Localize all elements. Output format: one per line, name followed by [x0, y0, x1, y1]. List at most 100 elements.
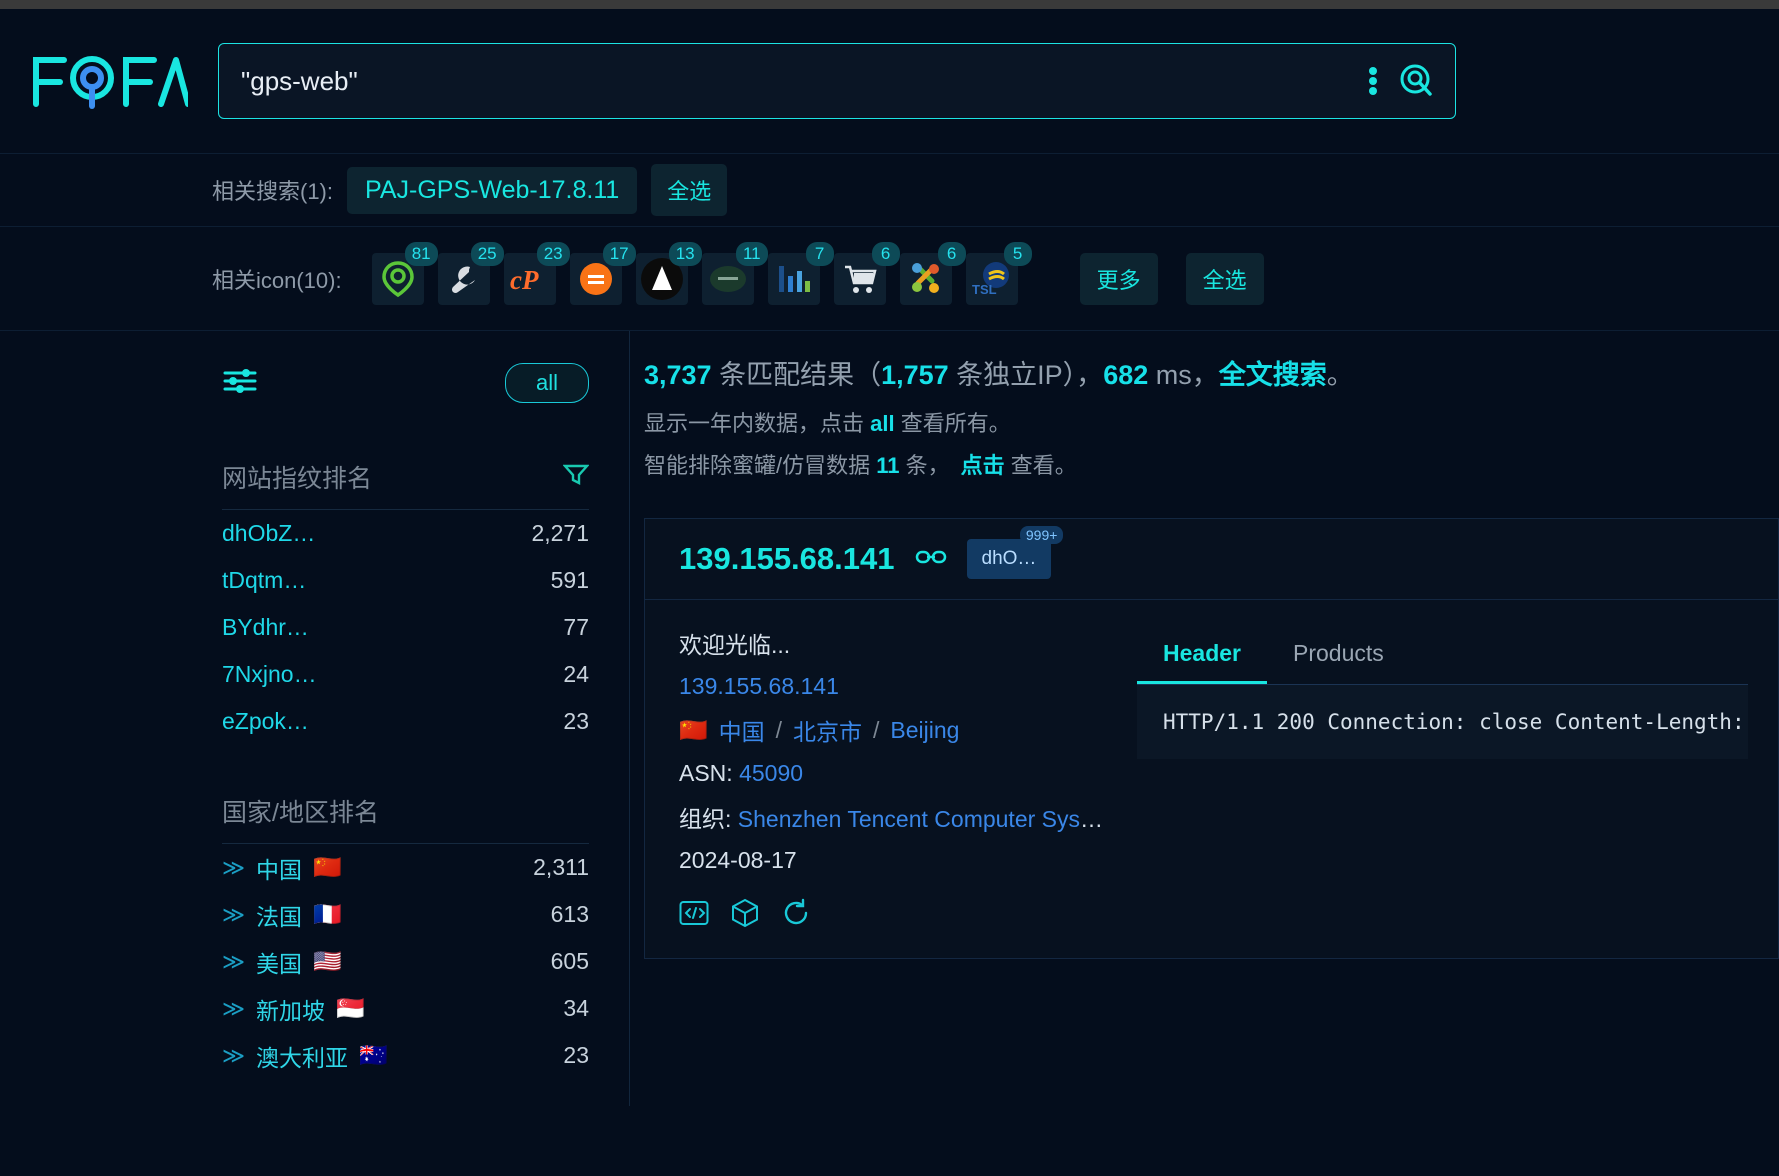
- fingerprint-panel-title: 网站指纹排名: [222, 459, 590, 510]
- country-label[interactable]: 中国: [256, 851, 302, 885]
- line3-mid: 条，: [899, 453, 961, 478]
- related-search-label: 相关搜索(1):: [212, 179, 334, 204]
- country-label[interactable]: 澳大利亚: [256, 1039, 348, 1073]
- result-card-header: 139.155.68.141 dhO… 999+: [645, 519, 1778, 600]
- expand-chevron-icon[interactable]: ≫: [222, 949, 245, 975]
- result-fingerprint-chip[interactable]: dhO… 999+: [966, 526, 1064, 579]
- country-panel-label: 国家/地区排名: [222, 799, 379, 827]
- match-count-suffix: 条匹配结果（: [711, 360, 882, 390]
- country-flag-icon: 🇦🇺: [359, 1042, 388, 1068]
- fingerprint-name[interactable]: eZpok…: [222, 708, 309, 735]
- org-line: 组织: Shenzhen Tencent Computer Syst…: [679, 800, 1109, 834]
- icon-badge-count: 81: [404, 241, 438, 266]
- search-input[interactable]: [241, 65, 1369, 97]
- icon-badge-count: 23: [536, 241, 570, 266]
- related-icon-black-triangle[interactable]: 13: [635, 241, 702, 305]
- country-count: 23: [563, 1042, 589, 1068]
- fingerprint-row[interactable]: 7Nxjno… 24: [222, 651, 589, 698]
- funnel-icon[interactable]: [562, 462, 590, 493]
- sliders-icon[interactable]: [222, 366, 258, 401]
- country-label[interactable]: 法国: [256, 898, 302, 932]
- country-row[interactable]: ≫ 美国 🇺🇸 605: [222, 938, 589, 985]
- country-row[interactable]: ≫ 中国 🇨🇳 2,311: [222, 844, 589, 891]
- icon-badge-count: 6: [871, 241, 900, 266]
- query-time-suffix: ms，: [1148, 360, 1219, 390]
- fulltext-search-link[interactable]: 全文搜索: [1219, 360, 1327, 390]
- related-icon-location-pin[interactable]: 81: [371, 241, 438, 305]
- country-label[interactable]: 美国: [256, 945, 302, 979]
- country-count: 605: [550, 948, 589, 974]
- related-icon-dark-oval[interactable]: 11: [701, 241, 768, 305]
- icon-badge-count: 6: [937, 241, 966, 266]
- related-icon-shopping-cart[interactable]: 6: [833, 241, 900, 305]
- cube-icon[interactable]: [731, 898, 759, 928]
- country-count: 2,311: [533, 854, 589, 880]
- fofa-logo[interactable]: [30, 51, 188, 111]
- result-ip-title[interactable]: 139.155.68.141: [679, 541, 895, 577]
- http-header-content: HTTP/1.1 200 Connection: close Content-L…: [1137, 685, 1748, 760]
- fingerprint-count: 2,271: [531, 520, 589, 546]
- fingerprint-row[interactable]: BYdhr… 77: [222, 604, 589, 651]
- icon-badge-count: 13: [668, 241, 702, 266]
- geo-province-link[interactable]: 北京市: [793, 713, 862, 747]
- honeypot-view-link[interactable]: 点击: [961, 453, 1005, 478]
- related-icons-select-all-button[interactable]: 全选: [1185, 252, 1264, 305]
- fingerprint-row[interactable]: tDqtm… 591: [222, 557, 589, 604]
- unique-ip-count: 1,757: [881, 360, 949, 390]
- country-count: 613: [550, 901, 589, 927]
- fingerprint-name[interactable]: dhObZ…: [222, 520, 315, 547]
- expand-chevron-icon[interactable]: ≫: [222, 902, 245, 928]
- org-link[interactable]: Shenzhen Tencent Computer Syst…: [738, 806, 1109, 832]
- result-tool-icons: [679, 898, 1109, 928]
- related-icon-orange-circle[interactable]: 17: [569, 241, 636, 305]
- geo-line: 🇨🇳 中国 / 北京市 / Beijing: [679, 713, 1109, 747]
- expand-chevron-icon[interactable]: ≫: [222, 1043, 245, 1069]
- refresh-icon[interactable]: [781, 898, 811, 928]
- fingerprint-count: 24: [563, 661, 589, 687]
- expand-chevron-icon[interactable]: ≫: [222, 996, 245, 1022]
- icon-badge-count: 25: [470, 241, 504, 266]
- org-label: 组织:: [679, 806, 738, 832]
- tab-products[interactable]: Products: [1267, 626, 1410, 684]
- geo-separator: /: [873, 716, 880, 743]
- country-row[interactable]: ≫ 法国 🇫🇷 613: [222, 891, 589, 938]
- country-row[interactable]: ≫ 澳大利亚 🇦🇺 23: [222, 1032, 589, 1079]
- tab-header[interactable]: Header: [1137, 626, 1267, 684]
- country-row[interactable]: ≫ 新加坡 🇸🇬 34: [222, 985, 589, 1032]
- fingerprint-chip-label: dhO…: [981, 548, 1037, 569]
- related-search-select-all-button[interactable]: 全选: [651, 164, 728, 216]
- host-link[interactable]: 139.155.68.141: [679, 673, 1109, 700]
- fingerprint-chip-badge: 999+: [1019, 526, 1064, 544]
- code-brackets-icon[interactable]: [679, 900, 709, 926]
- fingerprint-count: 591: [550, 567, 589, 593]
- related-icon-cpanel[interactable]: cP 23: [503, 241, 570, 305]
- fingerprint-name[interactable]: 7Nxjno…: [222, 661, 317, 688]
- unique-ip-suffix: 条独立IP），: [948, 360, 1104, 390]
- related-icon-wrench[interactable]: 25: [437, 241, 504, 305]
- search-bar[interactable]: [218, 43, 1456, 119]
- search-circle-icon[interactable]: [1399, 63, 1435, 99]
- related-icon-tsl[interactable]: TSL 5: [965, 241, 1032, 305]
- related-icons-more-button[interactable]: 更多: [1079, 252, 1158, 305]
- fingerprint-name[interactable]: tDqtm…: [222, 567, 306, 594]
- result-card: 139.155.68.141 dhO… 999+ 欢迎光临... 139.155…: [644, 518, 1779, 959]
- country-label[interactable]: 新加坡: [256, 992, 325, 1026]
- all-filter-pill[interactable]: all: [504, 363, 589, 403]
- geo-city-link[interactable]: Beijing: [890, 717, 959, 744]
- fingerprint-row[interactable]: dhObZ… 2,271: [222, 510, 589, 557]
- result-card-body: 欢迎光临... 139.155.68.141 🇨🇳 中国 / 北京市 / Bei…: [645, 600, 1778, 958]
- line2-suffix: 查看所有。: [894, 411, 1011, 436]
- fingerprint-row[interactable]: eZpok… 23: [222, 698, 589, 745]
- all-link[interactable]: all: [870, 411, 894, 436]
- related-icon-bar-chart[interactable]: 7: [767, 241, 834, 305]
- more-vertical-icon[interactable]: [1369, 66, 1377, 96]
- related-search-tag[interactable]: PAJ-GPS-Web-17.8.11: [347, 166, 638, 214]
- chain-link-icon[interactable]: [915, 547, 947, 572]
- geo-country-link[interactable]: 中国: [719, 713, 765, 747]
- country-count: 34: [563, 995, 589, 1021]
- expand-chevron-icon[interactable]: ≫: [222, 855, 245, 881]
- related-icons-row: 相关icon(10): 81 25 cP 23 17 13 11 7 6 6 T…: [0, 226, 1779, 330]
- asn-link[interactable]: 45090: [739, 760, 803, 786]
- fingerprint-name[interactable]: BYdhr…: [222, 614, 309, 641]
- related-icon-joomla[interactable]: 6: [899, 241, 966, 305]
